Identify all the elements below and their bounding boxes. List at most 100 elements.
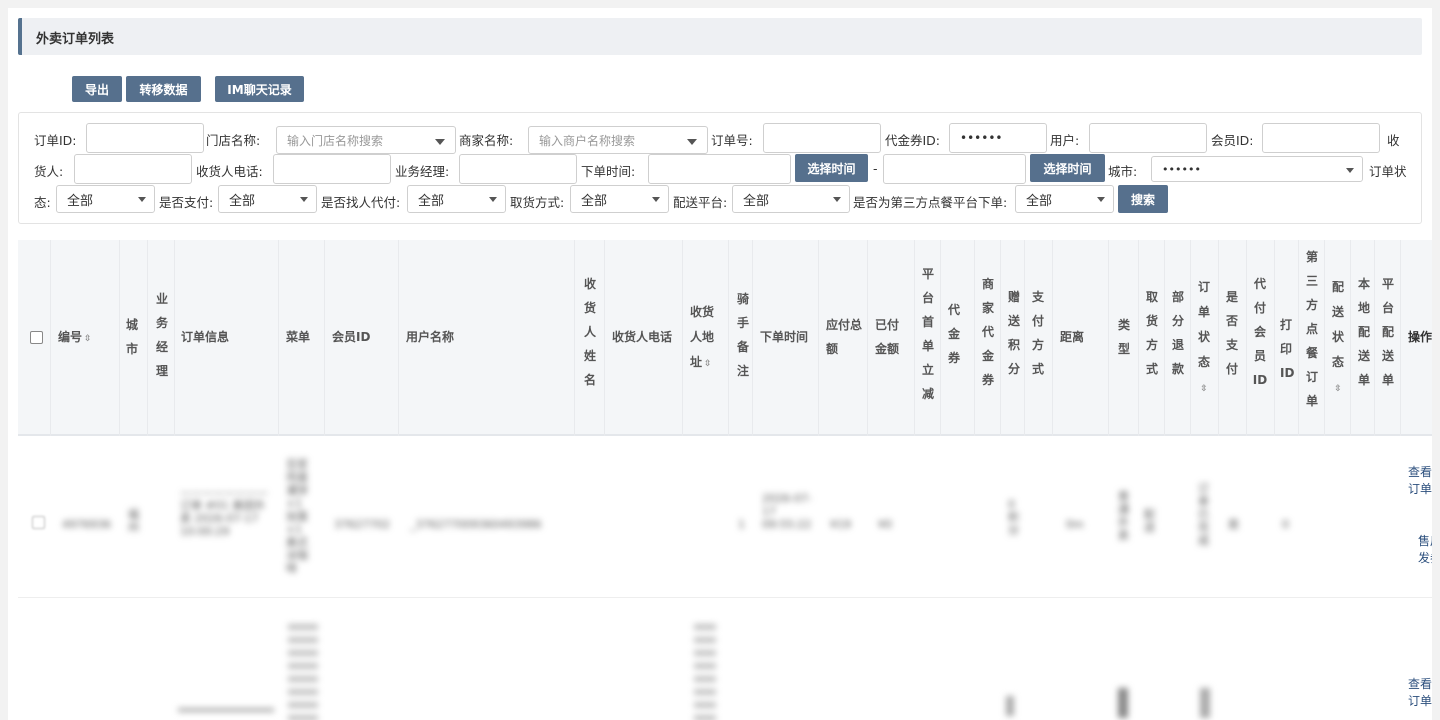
im-chat-log-button[interactable]: IM聊天记录 <box>215 76 304 102</box>
store-name-select[interactable]: 输入门店名称搜索 <box>276 126 456 154</box>
is-paid-value: 全部 <box>229 193 256 209</box>
col-points: 赠送积分 <box>1007 290 1020 376</box>
col-first-order-discount: 平台首单立减 <box>921 267 934 401</box>
proxy-pay-label: 是否找人代付: <box>321 195 401 210</box>
page-title: 外卖订单列表 <box>36 32 115 47</box>
member-id-label: 会员ID: <box>1211 133 1254 148</box>
store-name-label: 门店名称: <box>206 133 261 148</box>
chevron-down-icon <box>489 197 497 202</box>
row-menu: 豆浆 鸡蛋灌饼 ×1 加蛋×1 美式 冰咖啡 <box>286 458 308 575</box>
col-pay-method: 支付方式 <box>1031 290 1044 376</box>
third-party-value: 全部 <box>1026 193 1053 209</box>
col-address[interactable]: 收货 人地址 ⇳ <box>690 300 714 377</box>
row-member-id: 37627702 <box>334 518 390 531</box>
receiver-label-part2: 货人: <box>34 164 64 179</box>
col-delivery-status[interactable]: 配送状态 ⇳ <box>1330 275 1346 402</box>
view-order-link[interactable]: 查看订单 <box>1408 676 1432 710</box>
merchant-name-placeholder: 输入商户名称搜索 <box>539 133 636 148</box>
order-status-label-part1: 订单状 <box>1369 164 1407 179</box>
col-receiver-phone: 收货人电话 <box>612 330 673 344</box>
receiver-phone-input[interactable] <box>273 154 391 184</box>
receiver-input[interactable] <box>74 154 192 184</box>
col-menu: 菜单 <box>286 330 311 344</box>
chevron-down-icon <box>300 197 308 202</box>
col-username: 用户名称 <box>406 330 455 344</box>
member-id-input[interactable] <box>1262 123 1380 153</box>
chevron-down-icon <box>833 197 841 202</box>
col-voucher: 代金券 <box>947 303 960 365</box>
col-third-party-order: 第三方点餐订单 <box>1305 250 1318 408</box>
row-points: 0 积分 <box>1008 498 1019 537</box>
pickup-value: 全部 <box>581 193 608 209</box>
city-select[interactable]: •••••• <box>1151 156 1363 182</box>
col-print-id: 打印 ID <box>1280 318 1295 380</box>
col-proxy-member: 代付会员ID <box>1252 277 1268 387</box>
table-header: 编号 ⇳ 城市 业务经理 订单信息 菜单 会员ID 用户名称 收货人姓名 收货人电… <box>18 240 1432 436</box>
user-input[interactable] <box>1089 123 1207 153</box>
row-id: 4976936 <box>62 518 111 531</box>
chevron-down-icon <box>1346 168 1354 173</box>
pickup-select[interactable]: 全部 <box>570 185 669 213</box>
merchant-name-select[interactable]: 输入商户名称搜索 <box>528 126 708 154</box>
row-order-info: ———————— 订单 #01 美团外卖 2026-07-17 10:00:29 <box>180 486 268 538</box>
store-name-placeholder: 输入门店名称搜索 <box>287 133 384 148</box>
col-local-delivery: 本地配送单 <box>1357 277 1370 387</box>
table-row[interactable]: 查看订单 <box>18 600 1432 720</box>
col-operations: 操作 <box>1408 330 1432 344</box>
col-order-status[interactable]: 订单状态 ⇳ <box>1196 275 1212 402</box>
proxy-pay-value: 全部 <box>418 193 445 209</box>
col-rider-note: 骑手备注 <box>736 292 749 378</box>
sort-icon: ⇳ <box>1200 384 1208 394</box>
third-party-select[interactable]: 全部 <box>1015 185 1114 213</box>
filter-panel: 订单ID: 门店名称: 输入门店名称搜索 商家名称: 输入商户名称搜索 订单号:… <box>18 112 1422 224</box>
order-status-select[interactable]: 全部 <box>56 185 155 213</box>
choose-start-time-button[interactable]: 选择时间 <box>795 154 868 182</box>
platform-select[interactable]: 全部 <box>732 185 850 213</box>
chevron-down-icon <box>138 197 146 202</box>
is-paid-select[interactable]: 全部 <box>218 185 317 213</box>
table-row[interactable]: 4976936 福州 ———————— 订单 #01 美团外卖 2026-07-… <box>18 438 1432 598</box>
proxy-pay-select[interactable]: 全部 <box>407 185 506 213</box>
view-order-link[interactable]: 查看订单 <box>1408 464 1432 498</box>
order-time-start-input[interactable] <box>648 154 791 184</box>
col-platform-delivery: 平台配送单 <box>1381 277 1394 387</box>
col-paid: 已付 金额 <box>875 318 900 356</box>
sort-icon: ⇳ <box>1334 384 1342 394</box>
transfer-data-button[interactable]: 转移数据 <box>126 76 201 102</box>
row-paid: ¥0 <box>878 518 892 531</box>
voucher-id-value: •••••• <box>960 131 1003 145</box>
after-sale-voucher-link[interactable]: 售后发券 <box>1408 533 1432 567</box>
search-button[interactable]: 搜索 <box>1118 185 1168 213</box>
row-checkbox[interactable] <box>32 516 45 529</box>
chevron-down-icon <box>652 197 660 202</box>
city-label: 城市: <box>1108 164 1138 179</box>
col-order-time: 下单时间 <box>760 330 809 344</box>
platform-value: 全部 <box>743 193 770 209</box>
col-id[interactable]: 编号 ⇳ <box>58 325 92 351</box>
col-pickup: 取货方式 <box>1145 290 1158 376</box>
order-no-input[interactable] <box>763 123 881 153</box>
voucher-id-input[interactable]: •••••• <box>949 123 1047 153</box>
chevron-down-icon <box>687 139 697 145</box>
row-menu-blurred <box>288 624 318 720</box>
row-rider-note: 1 <box>738 518 745 531</box>
row-is-paid: 是 <box>1228 518 1239 531</box>
order-time-end-input[interactable] <box>883 154 1026 184</box>
biz-manager-input[interactable] <box>459 154 577 184</box>
row-username: _376277009360493986 <box>410 518 542 531</box>
export-button[interactable]: 导出 <box>72 76 122 102</box>
order-status-label-part2: 态: <box>34 195 51 210</box>
order-id-input[interactable] <box>86 123 204 153</box>
col-receiver-name: 收货人姓名 <box>583 277 596 387</box>
biz-manager-label: 业务经理: <box>395 164 450 179</box>
order-no-label: 订单号: <box>711 133 753 148</box>
platform-label: 配送平台: <box>673 195 728 210</box>
page-title-bar: 外卖订单列表 <box>18 18 1422 55</box>
voucher-id-label: 代金券ID: <box>885 133 941 148</box>
chevron-down-icon <box>435 139 445 145</box>
time-range-dash: - <box>873 161 878 176</box>
row-payable: ¥19 <box>830 518 851 531</box>
sort-icon: ⇳ <box>704 359 712 369</box>
choose-end-time-button[interactable]: 选择时间 <box>1030 154 1105 182</box>
select-all-checkbox[interactable] <box>30 331 43 344</box>
